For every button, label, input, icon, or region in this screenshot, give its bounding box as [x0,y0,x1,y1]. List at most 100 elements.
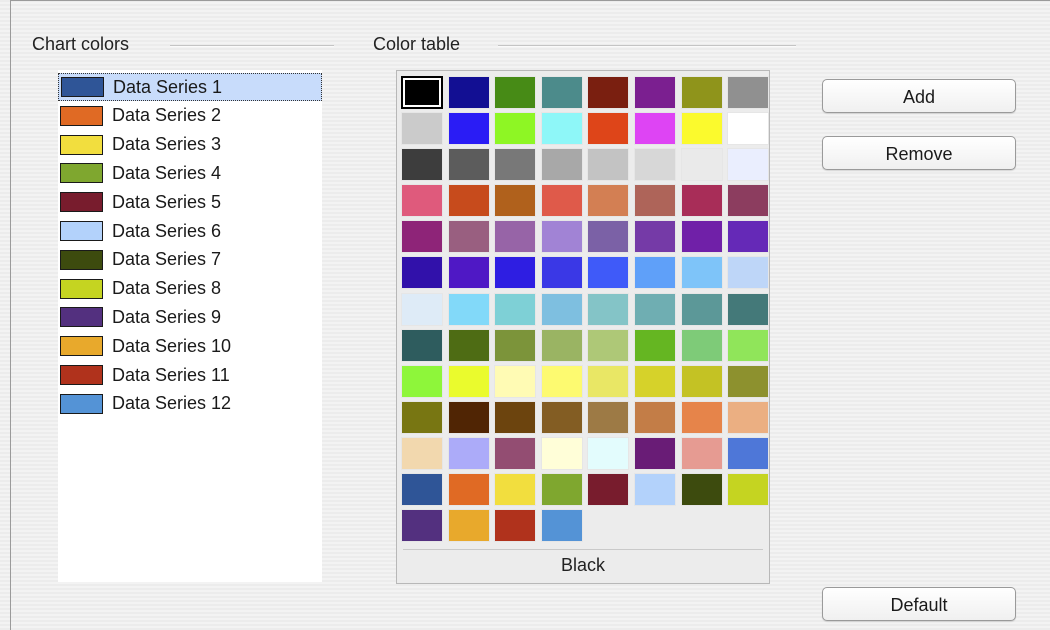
color-swatch[interactable] [401,112,443,146]
remove-button[interactable]: Remove [822,136,1016,170]
color-swatch[interactable] [401,328,443,362]
color-swatch[interactable] [727,436,770,470]
color-swatch[interactable] [401,184,443,218]
color-swatch[interactable] [540,220,583,254]
color-swatch[interactable] [540,509,583,543]
color-swatch[interactable] [727,292,770,326]
color-swatch[interactable] [727,256,770,290]
chart-color-item[interactable]: Data Series 6 [58,217,322,245]
color-swatch[interactable] [587,220,630,254]
color-swatch[interactable] [401,436,443,470]
color-swatch[interactable] [587,436,630,470]
color-swatch[interactable] [727,148,770,182]
color-swatch[interactable] [727,184,770,218]
color-swatch[interactable] [633,184,676,218]
color-swatch[interactable] [540,400,583,434]
color-swatch[interactable] [447,112,490,146]
color-swatch[interactable] [633,148,676,182]
color-swatch[interactable] [633,112,676,146]
color-swatch[interactable] [633,76,676,109]
color-swatch[interactable] [587,400,630,434]
color-swatch[interactable] [680,364,723,398]
color-swatch[interactable] [540,76,583,109]
color-swatch[interactable] [540,112,583,146]
color-swatch[interactable] [633,400,676,434]
color-swatch[interactable] [447,292,490,326]
color-swatch[interactable] [494,328,537,362]
color-swatch[interactable] [587,292,630,326]
color-swatch[interactable] [401,256,443,290]
color-swatch[interactable] [587,364,630,398]
color-swatch[interactable] [587,184,630,218]
color-swatch[interactable] [494,292,537,326]
chart-color-item[interactable]: Data Series 3 [58,131,322,159]
color-swatch[interactable] [633,292,676,326]
color-swatch[interactable] [587,328,630,362]
color-swatch[interactable] [447,184,490,218]
color-swatch[interactable] [494,400,537,434]
chart-color-item[interactable]: Data Series 4 [58,159,322,187]
color-swatch[interactable] [680,148,723,182]
color-swatch[interactable] [401,220,443,254]
color-swatch[interactable] [680,473,723,507]
color-swatch[interactable] [540,256,583,290]
color-swatch[interactable] [494,76,537,109]
color-swatch[interactable] [401,148,443,182]
chart-color-item[interactable]: Data Series 8 [58,275,322,303]
chart-colors-list[interactable]: Data Series 1 Data Series 2 Data Series 3 D… [58,70,322,582]
color-swatch[interactable] [680,220,723,254]
color-swatch[interactable] [494,436,537,470]
color-swatch[interactable] [401,364,443,398]
color-swatch[interactable] [680,400,723,434]
color-swatch[interactable] [540,473,583,507]
chart-color-item[interactable]: Data Series 5 [58,188,322,216]
color-swatch[interactable] [447,509,490,543]
chart-color-item[interactable]: Data Series 11 [58,361,322,389]
color-swatch[interactable] [587,256,630,290]
color-swatch[interactable] [447,473,490,507]
color-swatch[interactable] [447,436,490,470]
color-swatch[interactable] [494,112,537,146]
color-swatch[interactable] [727,400,770,434]
color-swatch[interactable] [540,292,583,326]
chart-color-item[interactable]: Data Series 2 [58,102,322,130]
color-swatch[interactable] [633,328,676,362]
color-swatch[interactable] [587,76,630,109]
color-swatch[interactable] [633,364,676,398]
chart-color-item[interactable]: Data Series 12 [58,390,322,418]
color-swatch[interactable] [540,328,583,362]
color-swatch[interactable] [447,400,490,434]
color-swatch[interactable] [680,328,723,362]
color-swatch[interactable] [447,220,490,254]
chart-color-item[interactable]: Data Series 9 [58,303,322,331]
color-swatch[interactable] [401,509,443,543]
color-swatch[interactable] [680,292,723,326]
chart-color-item[interactable]: Data Series 7 [58,246,322,274]
color-swatch[interactable] [401,400,443,434]
color-swatch[interactable] [680,184,723,218]
color-swatch[interactable] [401,292,443,326]
color-swatch[interactable] [727,76,770,109]
color-swatch[interactable] [447,256,490,290]
color-swatch[interactable] [494,509,537,543]
color-swatch[interactable] [540,364,583,398]
color-swatch[interactable] [401,76,443,109]
color-swatch[interactable] [633,436,676,470]
color-swatch[interactable] [587,148,630,182]
color-swatch[interactable] [494,220,537,254]
color-swatch[interactable] [494,473,537,507]
color-swatch[interactable] [680,436,723,470]
color-swatch[interactable] [680,76,723,109]
color-swatch[interactable] [727,328,770,362]
color-swatch[interactable] [633,256,676,290]
chart-color-item[interactable]: Data Series 10 [58,332,322,360]
color-swatch[interactable] [727,473,770,507]
color-swatch[interactable] [447,148,490,182]
color-swatch[interactable] [540,436,583,470]
color-swatch[interactable] [633,473,676,507]
color-swatch[interactable] [494,256,537,290]
default-button[interactable]: Default [822,587,1016,621]
color-swatch[interactable] [727,220,770,254]
color-swatch[interactable] [494,364,537,398]
color-swatch[interactable] [447,364,490,398]
